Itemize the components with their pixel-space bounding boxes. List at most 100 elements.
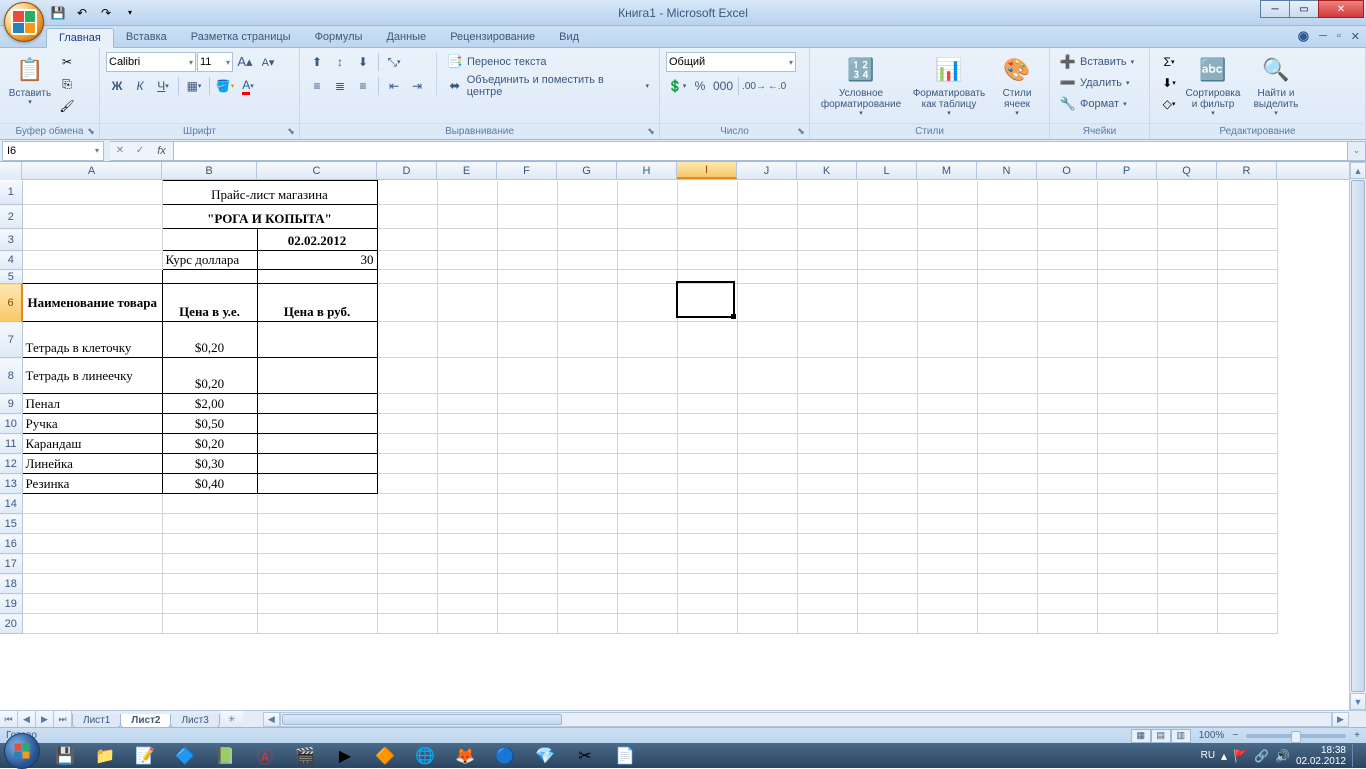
help-icon[interactable]: ◉ — [1298, 28, 1309, 44]
cell-H17[interactable] — [617, 554, 677, 574]
cell-C19[interactable] — [257, 594, 377, 614]
row-header-19[interactable]: 19 — [0, 594, 22, 614]
ribbon-tab-4[interactable]: Данные — [374, 28, 438, 47]
cell-Q2[interactable] — [1157, 205, 1217, 229]
cell-R4[interactable] — [1217, 251, 1277, 270]
cell-O17[interactable] — [1037, 554, 1097, 574]
cancel-formula-icon[interactable]: ✕ — [110, 141, 130, 161]
formula-input[interactable] — [174, 141, 1348, 161]
cell-N18[interactable] — [977, 574, 1037, 594]
cell-A13[interactable]: Резинка — [22, 474, 162, 494]
cell-E2[interactable] — [437, 205, 497, 229]
cell-K12[interactable] — [797, 454, 857, 474]
cell-G19[interactable] — [557, 594, 617, 614]
column-header-B[interactable]: B — [162, 162, 257, 179]
cell-J13[interactable] — [737, 474, 797, 494]
cell-G16[interactable] — [557, 534, 617, 554]
cell-I12[interactable] — [677, 454, 737, 474]
cell-N8[interactable] — [977, 358, 1037, 394]
number-launcher-icon[interactable]: ⬊ — [795, 126, 807, 138]
cell-M19[interactable] — [917, 594, 977, 614]
row-header-7[interactable]: 7 — [0, 322, 22, 358]
cell-D12[interactable] — [377, 454, 437, 474]
vscroll-thumb[interactable] — [1351, 180, 1365, 692]
grid-body[interactable]: 1Прайс-лист магазина2"РОГА И КОПЫТА"302.… — [0, 180, 1366, 710]
cell-N13[interactable] — [977, 474, 1037, 494]
cell-P11[interactable] — [1097, 434, 1157, 454]
cell-K5[interactable] — [797, 270, 857, 284]
cell-A10[interactable]: Ручка — [22, 414, 162, 434]
cell-I8[interactable] — [677, 358, 737, 394]
column-header-J[interactable]: J — [737, 162, 797, 179]
cell-O18[interactable] — [1037, 574, 1097, 594]
maximize-button[interactable]: ▭ — [1289, 0, 1319, 18]
cell-E17[interactable] — [437, 554, 497, 574]
cell-K17[interactable] — [797, 554, 857, 574]
ribbon-tab-2[interactable]: Разметка страницы — [179, 28, 303, 47]
cell-N2[interactable] — [977, 205, 1037, 229]
cell-L7[interactable] — [857, 322, 917, 358]
cell-I3[interactable] — [677, 229, 737, 251]
cell-K2[interactable] — [797, 205, 857, 229]
cell-A19[interactable] — [22, 594, 162, 614]
cell-G7[interactable] — [557, 322, 617, 358]
cell-O12[interactable] — [1037, 454, 1097, 474]
cell-P17[interactable] — [1097, 554, 1157, 574]
cell-P15[interactable] — [1097, 514, 1157, 534]
cell-I1[interactable] — [677, 181, 737, 205]
cell-H8[interactable] — [617, 358, 677, 394]
cell-L17[interactable] — [857, 554, 917, 574]
cell-G15[interactable] — [557, 514, 617, 534]
cell-R10[interactable] — [1217, 414, 1277, 434]
cell-H20[interactable] — [617, 614, 677, 634]
cell-C14[interactable] — [257, 494, 377, 514]
align-middle-icon[interactable]: ↕ — [329, 52, 351, 72]
cell-O7[interactable] — [1037, 322, 1097, 358]
cell-C17[interactable] — [257, 554, 377, 574]
cell-Q20[interactable] — [1157, 614, 1217, 634]
cell-R19[interactable] — [1217, 594, 1277, 614]
row-header-4[interactable]: 4 — [0, 251, 22, 270]
cell-D1[interactable] — [377, 181, 437, 205]
undo-icon[interactable]: ↶ — [72, 3, 92, 23]
cell-C12[interactable] — [257, 454, 377, 474]
cell-L4[interactable] — [857, 251, 917, 270]
cell-C20[interactable] — [257, 614, 377, 634]
cell-Q12[interactable] — [1157, 454, 1217, 474]
cell-E5[interactable] — [437, 270, 497, 284]
cell-P9[interactable] — [1097, 394, 1157, 414]
cell-R5[interactable] — [1217, 270, 1277, 284]
cell-Q18[interactable] — [1157, 574, 1217, 594]
cell-H12[interactable] — [617, 454, 677, 474]
cell-F5[interactable] — [497, 270, 557, 284]
cell-E12[interactable] — [437, 454, 497, 474]
taskbar-app-15[interactable]: 📄 — [606, 744, 644, 767]
sheet-tab-2[interactable]: Лист3 — [170, 714, 219, 728]
cell-J9[interactable] — [737, 394, 797, 414]
zoom-level[interactable]: 100% — [1199, 730, 1225, 741]
cell-H10[interactable] — [617, 414, 677, 434]
cell-C9[interactable] — [257, 394, 377, 414]
cell-J16[interactable] — [737, 534, 797, 554]
cell-A8[interactable]: Тетрадь в линеечку — [22, 358, 162, 394]
cell-P6[interactable] — [1097, 284, 1157, 322]
cell-D6[interactable] — [377, 284, 437, 322]
cell-M1[interactable] — [917, 181, 977, 205]
cell-Q4[interactable] — [1157, 251, 1217, 270]
cell-D17[interactable] — [377, 554, 437, 574]
copy-icon[interactable]: ⎘ — [56, 74, 78, 94]
align-left-icon[interactable]: ≡ — [306, 76, 328, 96]
cell-L11[interactable] — [857, 434, 917, 454]
format-as-table-button[interactable]: 📊Форматировать как таблицу▾ — [906, 52, 992, 120]
cell-K11[interactable] — [797, 434, 857, 454]
cell-I16[interactable] — [677, 534, 737, 554]
cell-F6[interactable] — [497, 284, 557, 322]
cell-M3[interactable] — [917, 229, 977, 251]
cell-R3[interactable] — [1217, 229, 1277, 251]
taskbar-app-5[interactable]: 📗 — [206, 744, 244, 767]
cell-O10[interactable] — [1037, 414, 1097, 434]
cell-D16[interactable] — [377, 534, 437, 554]
formula-expand-icon[interactable]: ⌄ — [1348, 141, 1366, 161]
cell-G1[interactable] — [557, 181, 617, 205]
cell-P5[interactable] — [1097, 270, 1157, 284]
